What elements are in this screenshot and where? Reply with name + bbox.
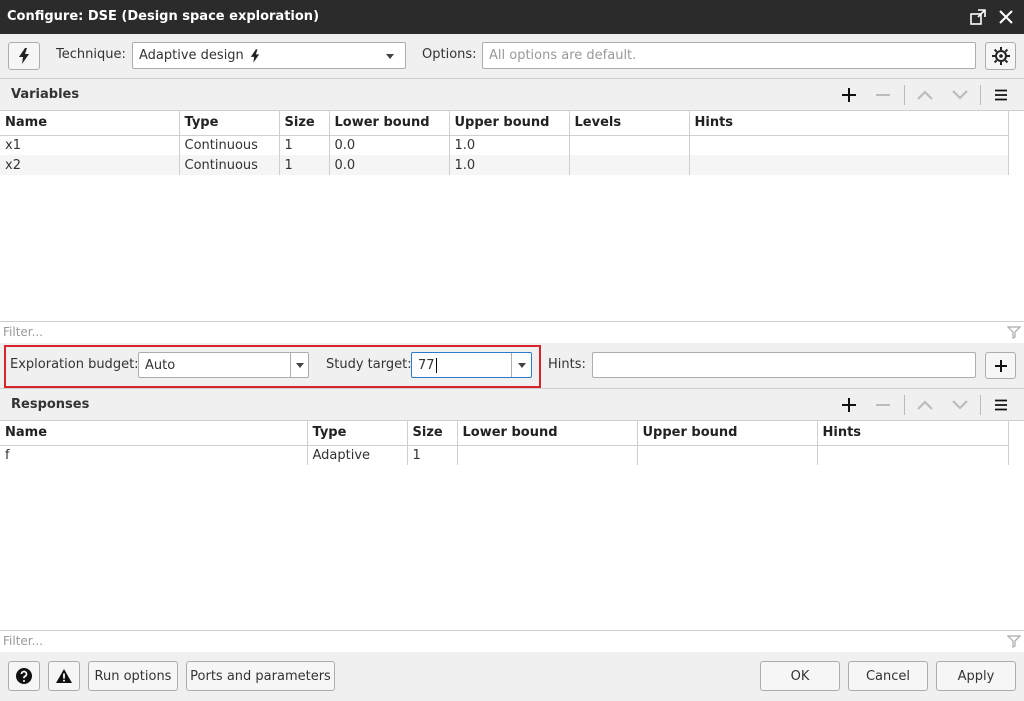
separator [904,395,905,415]
separator [980,395,981,415]
column-header[interactable]: Hints [817,421,1009,446]
table-row[interactable]: x2 Continuous 1 0.0 1.0 [0,155,1009,175]
variables-table: Name Type Size Lower bound Upper bound L… [0,111,1009,175]
responses-table: Name Type Size Lower bound Upper bound H… [0,421,1009,465]
table-cell[interactable] [569,155,690,175]
menu-icon[interactable] [990,84,1012,106]
options-field[interactable]: All options are default. [482,42,976,69]
column-header[interactable]: Upper bound [637,421,818,446]
table-cell[interactable]: 1 [407,445,458,465]
undock-icon[interactable] [968,7,988,27]
column-header[interactable]: Name [0,111,180,136]
table-cell[interactable]: Continuous [179,135,280,155]
column-header[interactable]: Lower bound [457,421,638,446]
column-header[interactable]: Upper bound [449,111,570,136]
options-label: Options: [422,47,477,62]
responses-panel: Responses Name Type Size Lower bound Upp… [0,388,1024,652]
table-cell[interactable] [637,445,818,465]
options-settings-button[interactable] [985,42,1016,70]
table-cell[interactable]: Continuous [179,155,280,175]
responses-header: Responses [0,389,1024,421]
remove-response-icon[interactable] [872,394,894,416]
table-row[interactable]: f Adaptive 1 [0,445,1009,465]
help-icon [16,668,32,684]
lightning-icon [19,48,29,64]
hints-label: Hints: [548,357,586,372]
variables-header: Variables [0,79,1024,111]
column-header[interactable]: Hints [689,111,1009,136]
move-down-icon[interactable] [949,84,971,106]
table-cell[interactable] [569,135,690,155]
filter-icon [1007,326,1021,339]
options-placeholder: All options are default. [489,48,637,63]
gear-icon [991,47,1010,65]
ok-button[interactable]: OK [760,661,840,691]
table-cell[interactable]: x2 [0,155,180,175]
add-response-icon[interactable] [838,394,860,416]
column-header[interactable]: Levels [569,111,690,136]
lightning-icon [250,48,259,63]
table-cell[interactable]: 1.0 [449,155,570,175]
filter-placeholder: Filter... [3,325,44,339]
table-cell[interactable] [817,445,1009,465]
responses-filter[interactable]: Filter... [0,630,1024,652]
highlight-box [4,345,541,388]
filter-icon [1007,635,1021,648]
cancel-button[interactable]: Cancel [848,661,928,691]
filter-placeholder: Filter... [3,634,44,648]
table-cell[interactable]: 1 [279,135,330,155]
column-header[interactable]: Type [179,111,280,136]
ports-parameters-button[interactable]: Ports and parameters [186,661,335,691]
table-cell[interactable]: 1 [279,155,330,175]
separator [904,85,905,105]
variables-title: Variables [11,87,80,102]
window-title: Configure: DSE (Design space exploration… [7,9,320,24]
table-header-row: Name Type Size Lower bound Upper bound H… [0,421,1009,446]
column-header[interactable]: Lower bound [329,111,450,136]
separator [980,85,981,105]
table-cell[interactable]: x1 [0,135,180,155]
technique-value: Adaptive design [139,48,244,63]
responses-title: Responses [11,397,90,412]
column-header[interactable]: Size [279,111,330,136]
table-cell[interactable]: 0.0 [329,135,450,155]
add-hint-button[interactable] [985,352,1016,379]
run-technique-button[interactable] [8,42,40,70]
move-up-icon[interactable] [914,84,936,106]
window-titlebar: Configure: DSE (Design space exploration… [0,0,1024,34]
variables-filter[interactable]: Filter... [0,321,1024,343]
table-row[interactable]: x1 Continuous 1 0.0 1.0 [0,135,1009,155]
apply-button[interactable]: Apply [936,661,1016,691]
run-options-button[interactable]: Run options [88,661,178,691]
technique-select[interactable]: Adaptive design [132,42,406,69]
add-variable-icon[interactable] [838,84,860,106]
table-cell[interactable]: Adaptive [307,445,408,465]
move-down-icon[interactable] [949,394,971,416]
chevron-down-icon [386,54,394,59]
plus-icon [994,359,1007,372]
column-header[interactable]: Name [0,421,308,446]
column-header[interactable]: Type [307,421,408,446]
table-cell[interactable] [457,445,638,465]
column-header[interactable]: Size [407,421,458,446]
table-cell[interactable] [689,135,1009,155]
table-cell[interactable]: 1.0 [449,135,570,155]
menu-icon[interactable] [990,394,1012,416]
table-cell[interactable] [689,155,1009,175]
table-cell[interactable]: 0.0 [329,155,450,175]
hints-field[interactable] [592,352,976,378]
close-icon[interactable] [996,7,1016,27]
move-up-icon[interactable] [914,394,936,416]
warnings-button[interactable] [48,661,80,691]
warning-icon [56,669,72,683]
help-button[interactable] [8,661,40,691]
table-header-row: Name Type Size Lower bound Upper bound L… [0,111,1009,136]
technique-label: Technique: [56,47,126,62]
table-cell[interactable]: f [0,445,308,465]
variables-panel: Variables Name Type Size Lower bound Upp… [0,78,1024,343]
remove-variable-icon[interactable] [872,84,894,106]
